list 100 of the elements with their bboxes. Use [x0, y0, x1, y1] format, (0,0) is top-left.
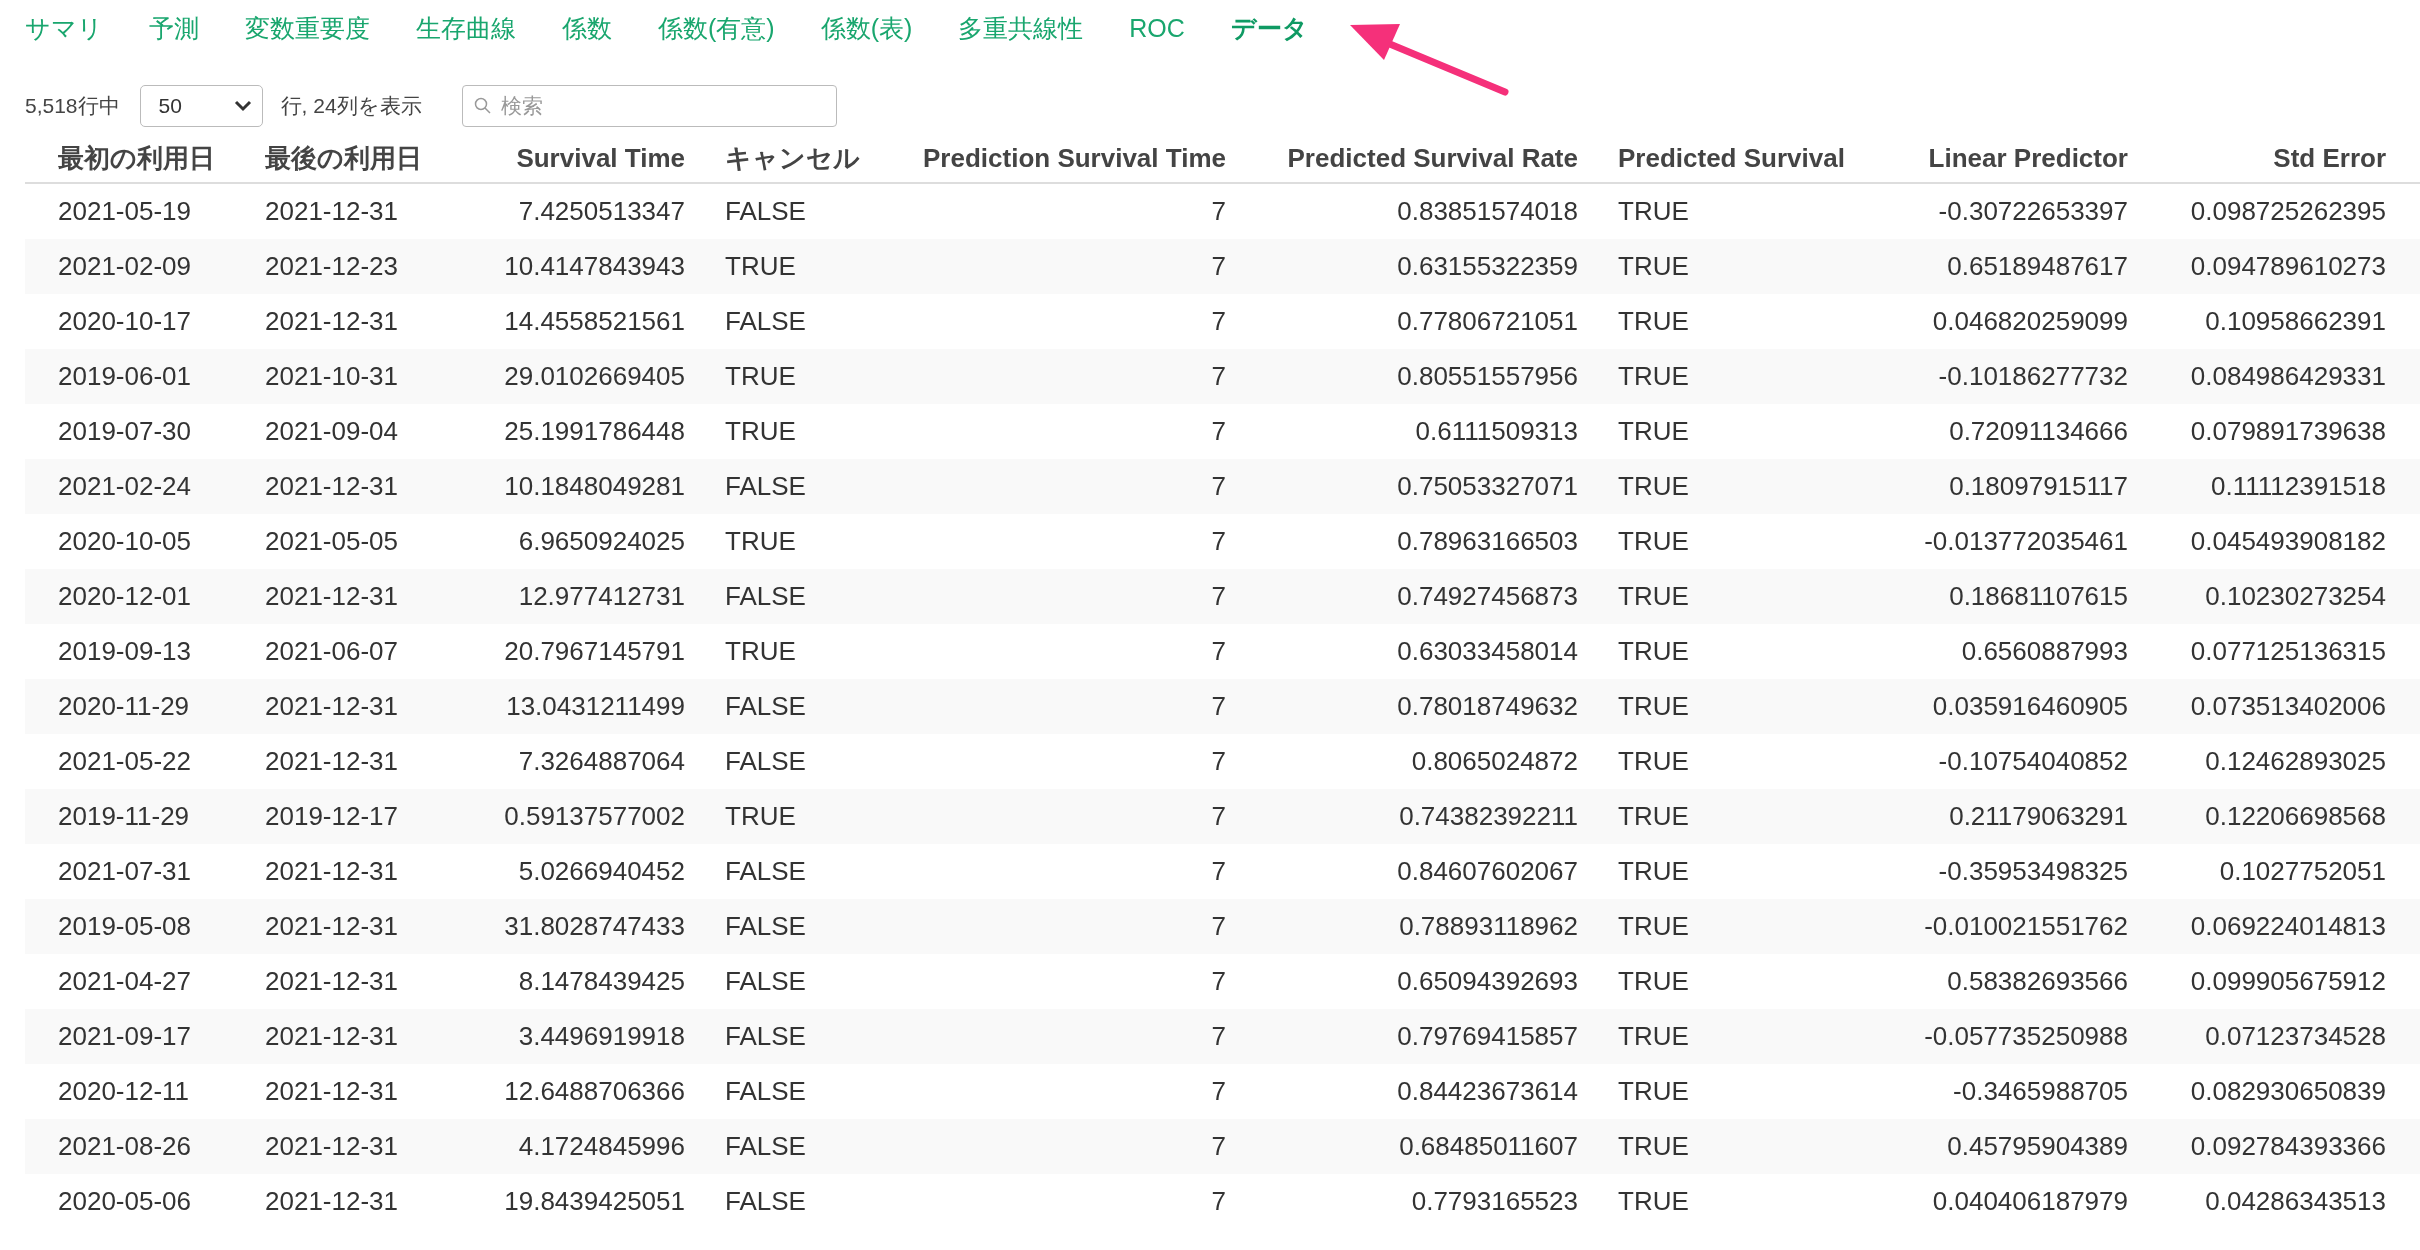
table-cell: 10.4147843943 [504, 251, 685, 281]
table-cell: TRUE [725, 526, 796, 556]
table-cell: 2021-12-31 [265, 1076, 398, 1106]
table-cell: FALSE [725, 1131, 806, 1161]
table-cell: 0.6560887993 [1961, 636, 2128, 666]
table-cell: 0.040406187979 [1932, 1186, 2128, 1216]
table-cell: 2020-10-05 [58, 526, 191, 556]
table-cell: FALSE [725, 856, 806, 886]
table-cell: 20.7967145791 [504, 636, 685, 666]
column-header[interactable]: Prediction Survival Time [923, 142, 1226, 173]
table-cell: 12.6488706366 [504, 1076, 685, 1106]
table-cell: 25.1991786448 [504, 416, 685, 446]
table-cell: 0.04286343513 [2205, 1186, 2386, 1216]
table-cell: 5.0266940452 [518, 856, 685, 886]
table-cell: 0.80551557956 [1397, 361, 1578, 391]
column-header[interactable]: 最後の利用日 [265, 142, 422, 173]
table-cell: 0.11112391518 [2211, 471, 2386, 501]
table-cell: 0.63155322359 [1397, 251, 1578, 281]
table-cell: 12.977412731 [518, 581, 685, 611]
table-cell: 0.18097915117 [1949, 471, 2128, 501]
table-cell: 19.8439425051 [504, 1186, 685, 1216]
table-cell: 7.3264887064 [518, 746, 685, 776]
row-count-label: 5,518行中 [25, 93, 120, 119]
shown-info-label: 行, 24列を表示 [280, 93, 422, 119]
column-header[interactable]: 最初の利用日 [58, 142, 215, 173]
table-cell: 0.75053327071 [1397, 471, 1578, 501]
table-cell: 2021-09-17 [58, 1021, 191, 1051]
table-cell: 0.099905675912 [2190, 966, 2386, 996]
table-cell: 0.10958662391 [2205, 306, 2386, 336]
column-header[interactable]: Predicted Survival Rate [1287, 142, 1578, 173]
chevron-down-icon [233, 100, 252, 112]
table-cell: 0.18681107615 [1949, 581, 2128, 611]
table-cell: TRUE [725, 636, 796, 666]
table-cell: 0.12206698568 [2205, 801, 2386, 831]
table-cell: TRUE [1618, 691, 1689, 721]
table-cell: -0.10754040852 [1938, 746, 2128, 776]
table-cell: 0.45795904389 [1947, 1131, 2128, 1161]
table-cell: 0.073513402006 [2190, 691, 2386, 721]
column-header[interactable]: Linear Predictor [1928, 142, 2128, 173]
table-cell: 0.069224014813 [2190, 911, 2386, 941]
table-cell: TRUE [1618, 801, 1689, 831]
table-cell: 0.07123734528 [2205, 1021, 2386, 1051]
table-cell: 0.84607602067 [1397, 856, 1578, 886]
table-cell: -0.10186277732 [1938, 361, 2128, 391]
table-cell: 4.1724845996 [518, 1131, 685, 1161]
table-cell: TRUE [1618, 306, 1689, 336]
table-cell: FALSE [725, 966, 806, 996]
column-header[interactable]: Survival Time [516, 142, 685, 173]
table-cell: TRUE [1618, 911, 1689, 941]
table-cell: 2021-04-27 [58, 966, 191, 996]
table-cell: 0.092784393366 [2190, 1131, 2386, 1161]
column-header[interactable]: Predicted Survival [1618, 142, 1845, 173]
table-cell: 2021-12-31 [265, 581, 398, 611]
table-cell: 6.9650924025 [518, 526, 685, 556]
table-cell: 2021-12-31 [265, 471, 398, 501]
table-cell: FALSE [725, 1021, 806, 1051]
table-cell: TRUE [1618, 526, 1689, 556]
column-header[interactable]: キャンセル [725, 142, 860, 173]
table-cell: 0.079891739638 [2190, 416, 2386, 446]
table-cell: 7 [1211, 471, 1226, 501]
table-cell: 7 [1211, 856, 1226, 886]
table-cell: 2021-12-31 [265, 691, 398, 721]
table-cell: 0.72091134666 [1949, 416, 2128, 446]
table-cell: 7 [1211, 416, 1226, 446]
table-cell: 2021-08-26 [58, 1131, 191, 1161]
table-cell: 2019-05-08 [58, 911, 191, 941]
table-cell: 0.77806721051 [1397, 306, 1578, 336]
table-cell: TRUE [1618, 1076, 1689, 1106]
table-cell: 2021-02-09 [58, 251, 191, 281]
table-cell: 7 [1211, 746, 1226, 776]
search-field[interactable]: 検索 [461, 85, 837, 127]
table-cell: 2019-11-29 [58, 801, 190, 831]
page-size-dropdown[interactable]: 50 [139, 85, 263, 127]
table-cell: 14.4558521561 [504, 306, 685, 336]
table-cell: TRUE [1618, 361, 1689, 391]
table-cell: FALSE [725, 746, 806, 776]
table-cell: 2021-06-07 [265, 636, 398, 666]
table-cell: 2021-12-31 [265, 911, 398, 941]
table-cell: 0.78893118962 [1399, 911, 1578, 941]
table-cell: 2021-12-31 [265, 196, 398, 226]
table-cell: 2021-10-31 [265, 361, 398, 391]
table-cell: 0.74382392211 [1399, 801, 1578, 831]
table-cell: 0.21179063291 [1949, 801, 2128, 831]
column-header[interactable]: Std Error [2273, 142, 2386, 173]
search-icon [473, 97, 492, 115]
table-cell: 0.79769415857 [1397, 1021, 1578, 1051]
table-cell: 0.045493908182 [2190, 526, 2386, 556]
table-cell: TRUE [1618, 856, 1689, 886]
table-cell: -0.35953498325 [1938, 856, 2128, 886]
table-cell: 2021-12-31 [265, 966, 398, 996]
table-cell: TRUE [1618, 636, 1689, 666]
table-cell: 7 [1211, 1186, 1226, 1216]
table-cell: 0.65189487617 [1947, 251, 2128, 281]
table-cell: 0.094789610273 [2190, 251, 2386, 281]
table-cell: FALSE [725, 306, 806, 336]
tab[interactable]: データ [1230, 11, 1308, 45]
table-cell: FALSE [725, 911, 806, 941]
table-cell: TRUE [1618, 251, 1689, 281]
table-cell: TRUE [1618, 966, 1689, 996]
table-cell: 0.7793165523 [1411, 1186, 1578, 1216]
